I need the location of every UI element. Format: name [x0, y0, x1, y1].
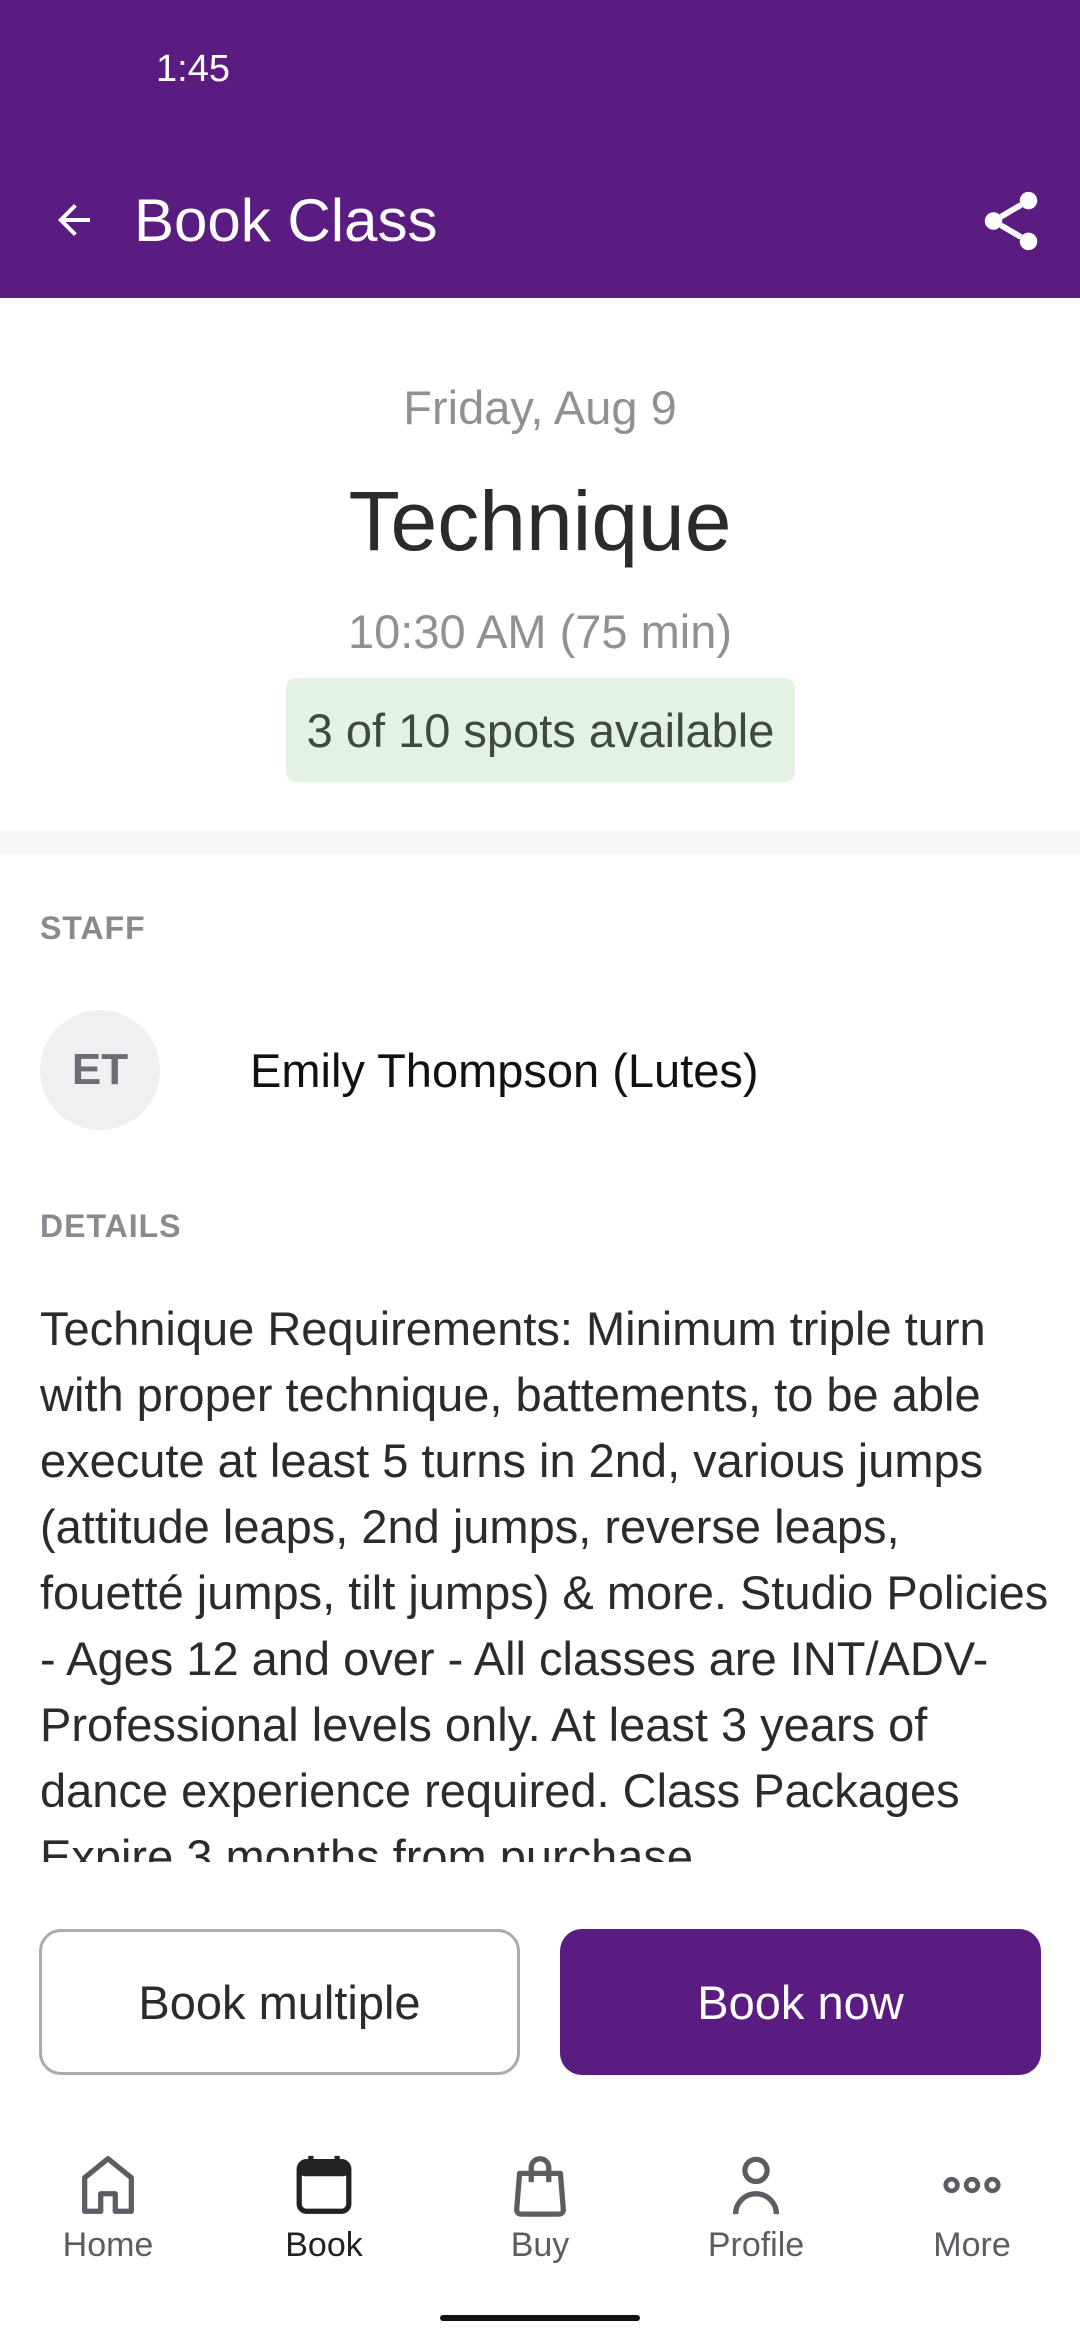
staff-name: Emily Thompson (Lutes): [250, 1043, 759, 1097]
book-multiple-button[interactable]: Book multiple: [39, 1929, 520, 2075]
staff-list-item[interactable]: ET Emily Thompson (Lutes): [40, 1010, 1040, 1130]
tab-label: Profile: [707, 2226, 805, 2264]
share-button[interactable]: [976, 186, 1046, 256]
page-title: Book Class: [134, 187, 438, 254]
tab-label: Book: [285, 2226, 363, 2264]
tab-label: Buy: [510, 2226, 570, 2264]
calendar-icon: [296, 2155, 352, 2214]
status-bar-time: 1:45: [156, 48, 230, 90]
details-section-label: DETAILS: [40, 1208, 182, 1244]
tab-buy[interactable]: Buy: [432, 2150, 648, 2280]
tab-label: Home: [62, 2226, 154, 2264]
book-now-button[interactable]: Book now: [560, 1929, 1041, 2075]
class-summary: Friday, Aug 9 Technique 10:30 AM (75 min…: [0, 298, 1080, 830]
class-time: 10:30 AM (75 min): [347, 605, 732, 658]
tab-home[interactable]: Home: [0, 2150, 216, 2280]
avatar: ET: [40, 1010, 160, 1130]
back-button[interactable]: [44, 190, 104, 250]
person-icon: [732, 2156, 780, 2215]
app-bar: 1:45 Book Class: [0, 0, 1080, 298]
spots-available-badge: 3 of 10 spots available: [286, 678, 795, 782]
share-icon: [984, 191, 1038, 251]
more-dots-icon: [943, 2176, 1001, 2194]
bottom-tab-bar: Home Book Buy Profile More: [0, 2150, 1080, 2280]
tab-book[interactable]: Book: [216, 2150, 432, 2280]
shopping-bag-icon: [514, 2156, 566, 2217]
class-name: Technique: [348, 474, 732, 568]
class-description: Technique Requirements: Minimum triple t…: [40, 1302, 1049, 1862]
staff-section-label: STAFF: [40, 910, 146, 946]
tab-profile[interactable]: Profile: [648, 2150, 864, 2280]
tab-label: More: [933, 2226, 1011, 2264]
home-icon: [82, 2156, 134, 2214]
arrow-left-icon: [58, 204, 90, 236]
section-divider: [0, 830, 1080, 854]
tab-more[interactable]: More: [864, 2150, 1080, 2280]
class-date: Friday, Aug 9: [403, 381, 677, 434]
home-indicator[interactable]: [440, 2315, 640, 2321]
